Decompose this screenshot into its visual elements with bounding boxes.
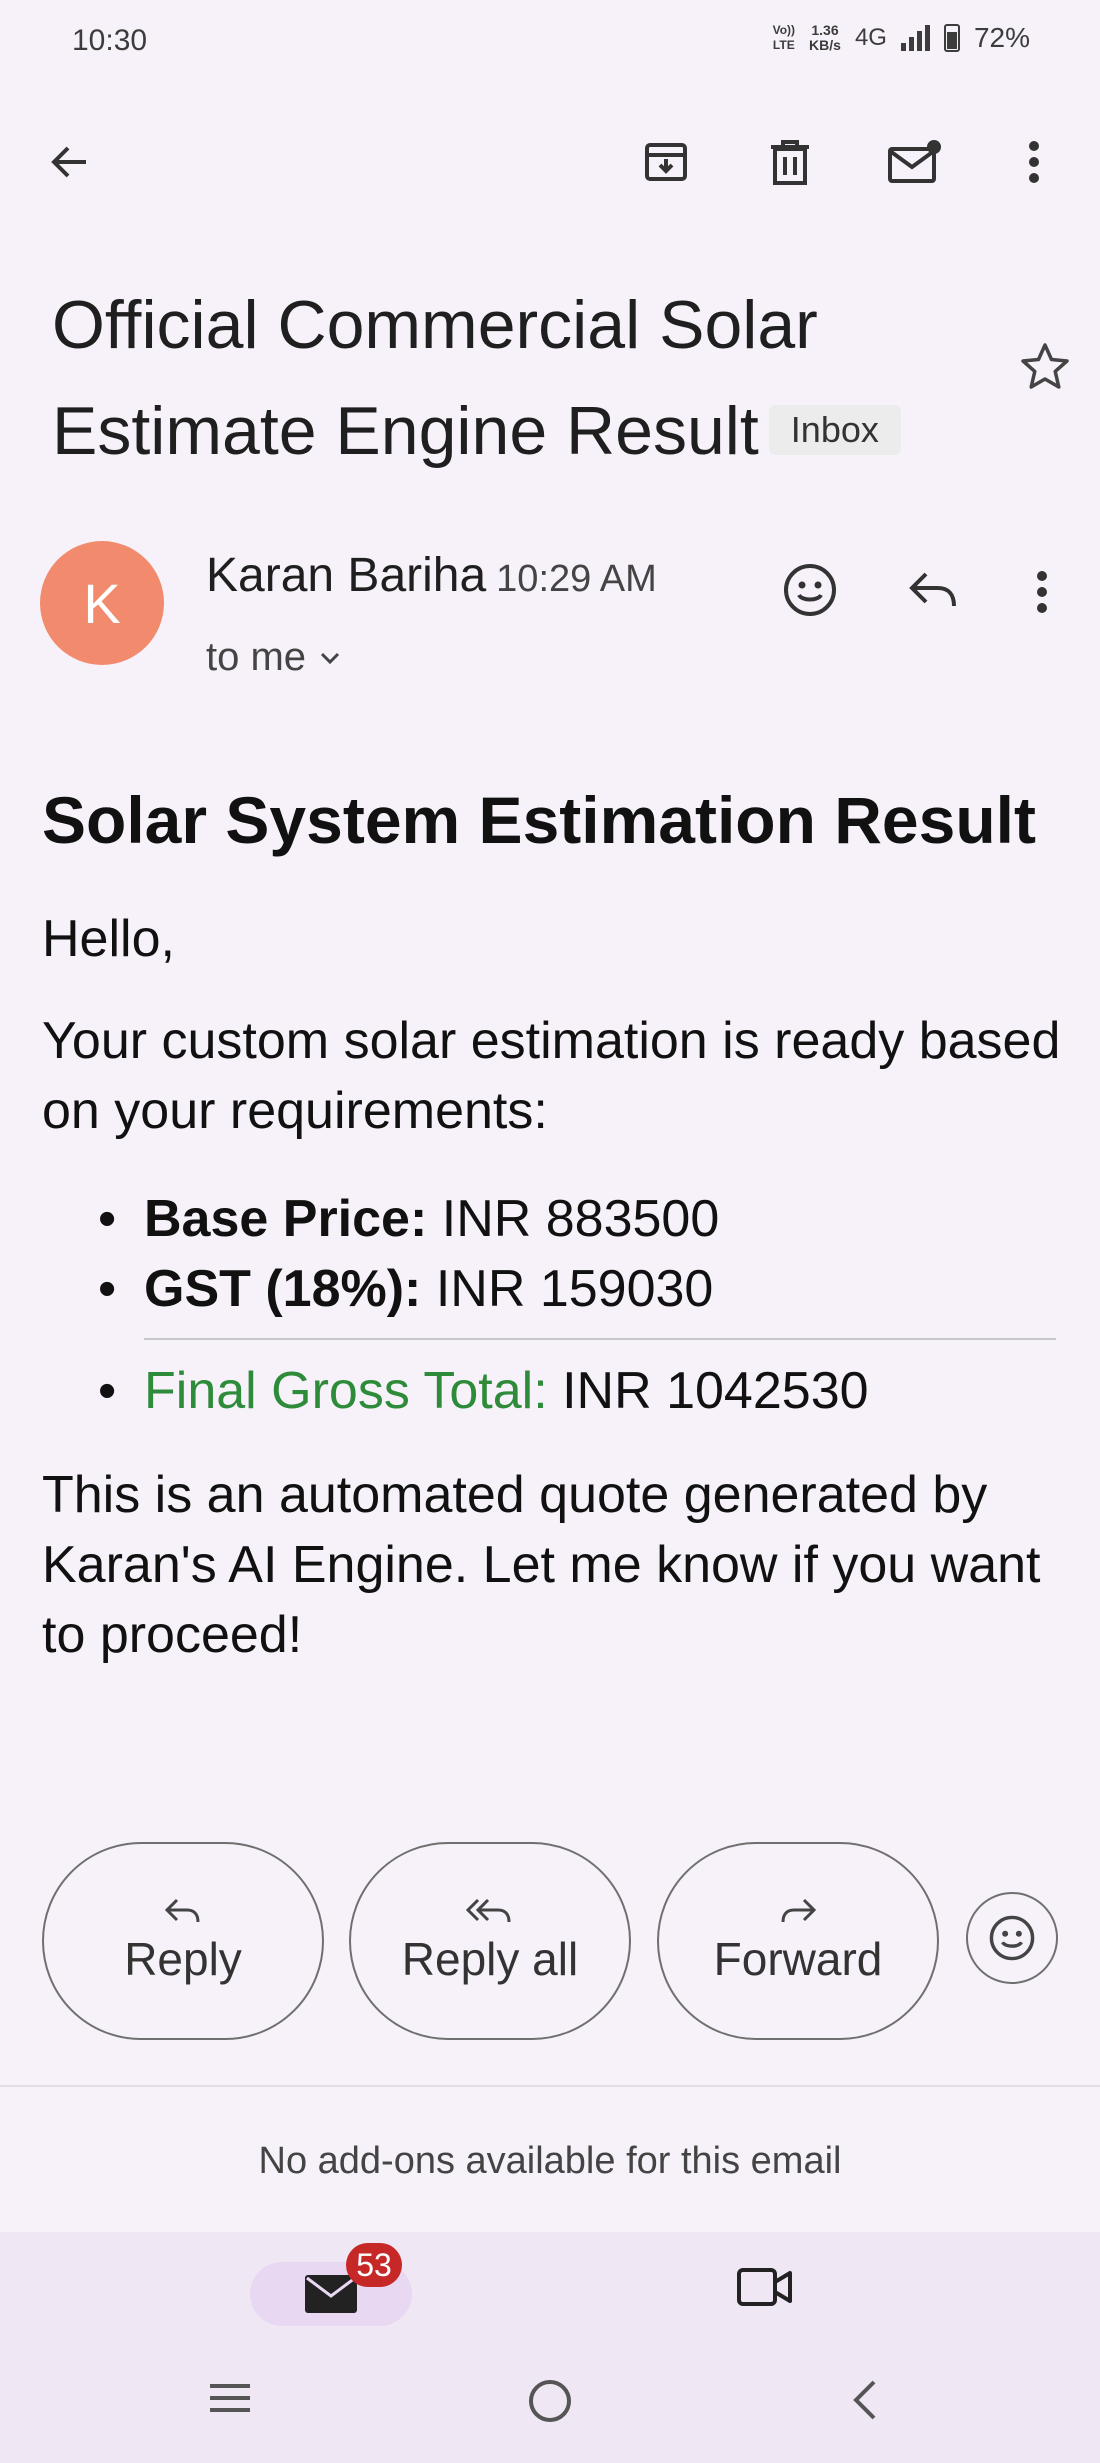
chevron-down-icon (320, 652, 340, 664)
more-vert-icon[interactable] (1002, 130, 1066, 194)
volte-indicator: Vo)) LTE (772, 23, 796, 52)
sender-line: Karan Bariha 10:29 AM (206, 548, 657, 603)
divider (144, 1338, 1056, 1340)
mark-unread-icon[interactable] (882, 130, 946, 194)
emoji-icon (989, 1915, 1035, 1961)
signal-icon (900, 25, 930, 51)
base-price-value: INR 883500 (427, 1190, 720, 1248)
archive-icon[interactable] (634, 130, 698, 194)
sent-time: 10:29 AM (496, 558, 657, 600)
label-chip-inbox[interactable]: Inbox (768, 405, 901, 456)
recipient-details-toggle[interactable]: to me (206, 635, 340, 680)
battery-icon (943, 24, 960, 52)
reply-all-label: Reply all (401, 1933, 579, 1985)
divider (0, 2085, 1100, 2087)
network-type: 4G (854, 24, 887, 51)
status-time: 10:30 (72, 24, 148, 57)
forward-button[interactable]: Forward (657, 1842, 939, 2040)
home-icon[interactable] (527, 2378, 573, 2424)
body-greeting: Hello, (42, 910, 175, 968)
recent-apps-icon[interactable] (206, 2380, 254, 2416)
emoji-reaction-button[interactable] (966, 1892, 1058, 1984)
reply-icon (164, 1898, 200, 1923)
subject-text: Official Commercial Solar Estimate Engin… (52, 287, 818, 469)
sender-more-icon[interactable] (1036, 570, 1048, 614)
email-subject: Official Commercial Solar Estimate Engin… (52, 272, 972, 484)
body-intro: Your custom solar estimation is ready ba… (42, 1012, 1061, 1140)
estimate-list: Base Price: INR 883500 GST (18%): INR 15… (98, 1184, 1058, 1426)
nav-meet-tab[interactable] (736, 2266, 794, 2308)
forward-icon (781, 1898, 817, 1923)
status-icons: Vo)) LTE 1.36 KB/s 4G 72% (773, 22, 1030, 54)
trash-icon[interactable] (758, 130, 822, 194)
reply-all-icon (466, 1898, 511, 1923)
unread-badge: 53 (346, 2243, 402, 2287)
sender-name[interactable]: Karan Bariha (206, 549, 486, 602)
total-label: Final Gross Total: (144, 1362, 548, 1420)
star-icon[interactable] (1018, 340, 1072, 394)
recipient-text: to me (206, 635, 307, 679)
reply-all-button[interactable]: Reply all (349, 1842, 631, 2040)
battery-level: 72% (973, 22, 1030, 53)
video-camera-icon (737, 2268, 792, 2306)
mail-icon (305, 2275, 357, 2313)
avatar[interactable]: K (40, 541, 164, 665)
addons-message: No add-ons available for this email (258, 2140, 842, 2182)
net-speed: 1.36 KB/s (809, 22, 841, 53)
gst-label: GST (18%): (144, 1260, 422, 1318)
body-heading: Solar System Estimation Result (42, 783, 1036, 857)
list-item: Base Price: INR 883500 (98, 1184, 1058, 1254)
base-price-label: Base Price: (144, 1190, 428, 1248)
total-value: INR 1042530 (547, 1362, 869, 1420)
back-icon[interactable] (38, 130, 102, 194)
gst-value: INR 159030 (421, 1260, 714, 1318)
bottom-navigation (0, 2232, 1100, 2463)
reply-label: Reply (124, 1933, 242, 1985)
reply-button[interactable]: Reply (42, 1842, 324, 2040)
list-item: Final Gross Total: INR 1042530 (98, 1356, 1058, 1426)
emoji-react-icon[interactable] (782, 562, 838, 618)
list-item: GST (18%): INR 159030 (98, 1254, 1058, 1324)
body-closing: This is an automated quote generated by … (42, 1466, 1041, 1664)
reply-icon[interactable] (906, 566, 960, 614)
back-nav-icon[interactable] (850, 2378, 878, 2422)
forward-label: Forward (713, 1933, 883, 1985)
